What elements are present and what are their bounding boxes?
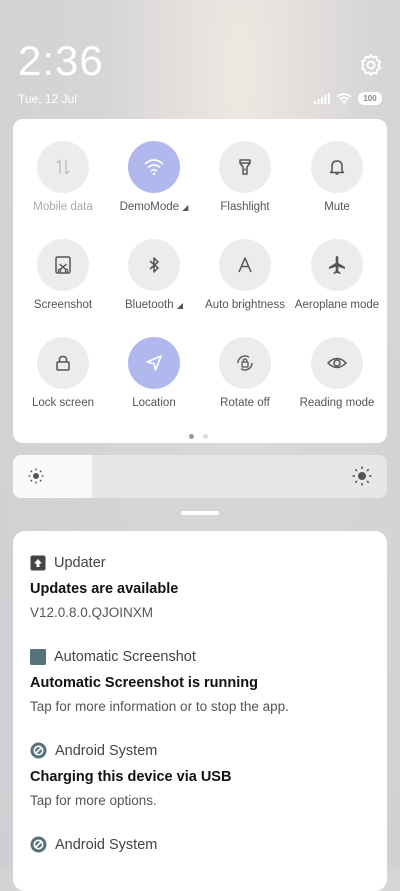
page-dot[interactable] (189, 434, 194, 439)
brightness-slider[interactable] (13, 455, 387, 498)
bell-icon (311, 141, 363, 193)
tile-auto-brightness[interactable]: Auto brightness (199, 239, 291, 329)
tile-demomode[interactable]: DemoMode ◢ (108, 141, 200, 231)
notification-android-system-usb[interactable]: Android System Charging this device via … (30, 742, 375, 808)
tile-label: Mute (324, 201, 350, 213)
gear-icon[interactable] (359, 53, 383, 77)
status-icons: 100 (314, 92, 382, 105)
tile-aeroplane-mode[interactable]: Aeroplane mode (291, 239, 383, 329)
wifi-icon (336, 92, 352, 105)
location-icon (128, 337, 180, 389)
clock[interactable]: 2:36 (18, 38, 104, 84)
android-system-icon (30, 836, 47, 853)
android-system-icon (30, 742, 47, 759)
tile-location[interactable]: Location (108, 337, 200, 427)
page-indicator (189, 434, 208, 439)
tile-screenshot[interactable]: Screenshot (17, 239, 109, 329)
mobile-data-icon (37, 141, 89, 193)
notification-header: Android System (30, 836, 375, 853)
updater-icon (30, 555, 46, 571)
tile-rotate-off[interactable]: Rotate off (199, 337, 291, 427)
tile-label: Bluetooth ◢ (125, 299, 183, 311)
flashlight-icon (219, 141, 271, 193)
notification-text: Tap for more options. (30, 793, 157, 808)
expand-arrow-icon: ◢ (182, 203, 189, 212)
notification-updater[interactable]: Updater Updates are available V12.0.8.0.… (30, 555, 375, 620)
notification-header: Updater (30, 555, 375, 571)
notification-title: Updates are available (30, 581, 179, 597)
screenshot-icon (37, 239, 89, 291)
tile-label: Flashlight (220, 201, 270, 213)
notification-android-system[interactable]: Android System (30, 836, 375, 853)
tile-label: Rotate off (220, 397, 270, 409)
rotate-lock-icon (219, 337, 271, 389)
brightness-fill (13, 455, 92, 498)
notification-app-name: Updater (54, 555, 106, 571)
brightness-high-icon (352, 466, 372, 486)
notification-automatic-screenshot[interactable]: Automatic Screenshot Automatic Screensho… (30, 649, 375, 714)
notification-app-name: Android System (55, 836, 158, 853)
notification-text: V12.0.8.0.QJOINXM (30, 605, 154, 620)
tile-label: Aeroplane mode (294, 299, 380, 311)
wifi-icon (128, 141, 180, 193)
expand-arrow-icon: ◢ (176, 301, 183, 310)
tile-label: Reading mode (299, 397, 375, 409)
date[interactable]: Tue, 12 Jul (18, 92, 77, 106)
auto-brightness-icon (219, 239, 271, 291)
airplane-icon (311, 239, 363, 291)
bluetooth-icon (128, 239, 180, 291)
tile-mute[interactable]: Mute (291, 141, 383, 231)
notification-app-name: Automatic Screenshot (54, 649, 196, 665)
tile-label: Lock screen (31, 397, 94, 409)
page-dot[interactable] (203, 434, 208, 439)
app-square-icon (30, 649, 46, 665)
notification-text: Tap for more information or to stop the … (30, 699, 289, 714)
tile-label: Auto brightness (205, 299, 285, 311)
tile-label: Screenshot (33, 299, 93, 311)
signal-icon (314, 93, 330, 104)
lock-icon (37, 337, 89, 389)
tile-label: Location (132, 397, 176, 409)
tile-reading-mode[interactable]: Reading mode (291, 337, 383, 427)
eye-icon (311, 337, 363, 389)
notification-header: Automatic Screenshot (30, 649, 375, 665)
tile-lock-screen[interactable]: Lock screen (17, 337, 109, 427)
notification-title: Charging this device via USB (30, 769, 232, 785)
brightness-low-icon (28, 468, 44, 484)
battery-icon: 100 (358, 92, 382, 105)
tile-flashlight[interactable]: Flashlight (199, 141, 291, 231)
tile-bluetooth[interactable]: Bluetooth ◢ (108, 239, 200, 329)
notification-header: Android System (30, 742, 375, 759)
tile-label: DemoMode ◢ (119, 201, 189, 213)
notification-app-name: Android System (55, 742, 158, 759)
drag-handle[interactable] (181, 511, 219, 515)
notification-title: Automatic Screenshot is running (30, 675, 258, 691)
quick-settings-panel: Mobile data DemoMode ◢ Flashlight Mute S… (13, 119, 387, 443)
tile-mobile-data[interactable]: Mobile data (17, 141, 109, 231)
tile-label: Mobile data (33, 201, 93, 213)
notification-panel: Updater Updates are available V12.0.8.0.… (13, 531, 387, 891)
